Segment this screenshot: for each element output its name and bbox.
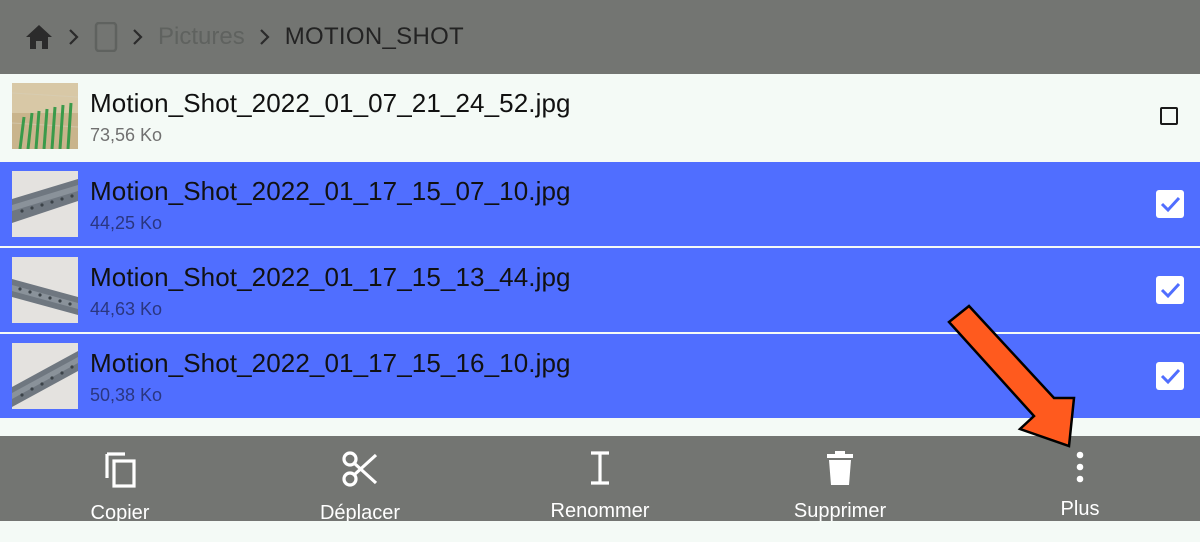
chevron-right-icon xyxy=(132,28,144,46)
bottom-strip xyxy=(0,521,1200,542)
file-list: Motion_Shot_2022_01_07_21_24_52.jpg 73,5… xyxy=(0,74,1200,418)
file-size: 44,63 Ko xyxy=(90,299,163,319)
file-row[interactable]: Motion_Shot_2022_01_07_21_24_52.jpg 73,5… xyxy=(0,74,1200,160)
rename-label: Renommer xyxy=(550,500,650,522)
breadcrumb-home[interactable] xyxy=(24,23,54,51)
file-row[interactable]: Motion_Shot_2022_01_17_15_13_44.jpg 44,6… xyxy=(0,246,1200,332)
breadcrumb: Pictures MOTION_SHOT xyxy=(0,0,1200,74)
home-icon xyxy=(26,25,52,49)
breadcrumb-pictures-label: Pictures xyxy=(158,23,245,50)
file-checkbox[interactable] xyxy=(1160,107,1178,125)
copy-button[interactable]: Copier xyxy=(0,436,240,524)
file-name: Motion_Shot_2022_01_17_15_13_44.jpg xyxy=(90,262,571,292)
file-thumbnail xyxy=(12,83,78,149)
breadcrumb-device[interactable] xyxy=(94,22,118,52)
delete-button[interactable]: Supprimer xyxy=(720,436,960,522)
breadcrumb-current-label: MOTION_SHOT xyxy=(284,23,465,50)
more-vertical-icon xyxy=(1076,451,1084,483)
checkmark-icon xyxy=(1160,282,1181,299)
move-button[interactable]: Déplacer xyxy=(240,436,480,524)
checkmark-icon xyxy=(1160,368,1181,385)
text-cursor-icon xyxy=(591,451,609,485)
file-manager-screen: Pictures MOTION_SHOT Motion_Shot_2022_01… xyxy=(0,0,1200,542)
file-row[interactable]: Motion_Shot_2022_01_17_15_07_10.jpg 44,2… xyxy=(0,160,1200,246)
file-thumbnail xyxy=(12,257,78,323)
delete-label: Supprimer xyxy=(793,500,887,522)
trash-icon xyxy=(827,451,853,485)
file-name: Motion_Shot_2022_01_17_15_16_10.jpg xyxy=(90,348,571,378)
file-name: Motion_Shot_2022_01_07_21_24_52.jpg xyxy=(90,88,571,118)
file-size: 44,25 Ko xyxy=(90,213,163,233)
file-checkbox[interactable] xyxy=(1156,276,1184,304)
file-row[interactable]: Motion_Shot_2022_01_17_15_16_10.jpg 50,3… xyxy=(0,332,1200,418)
file-name: Motion_Shot_2022_01_17_15_07_10.jpg xyxy=(90,176,571,206)
file-checkbox[interactable] xyxy=(1156,190,1184,218)
file-thumbnail xyxy=(12,343,78,409)
chevron-right-icon xyxy=(68,28,80,46)
more-button[interactable]: Plus xyxy=(960,436,1200,521)
chevron-right-icon xyxy=(259,28,271,46)
copy-icon xyxy=(105,452,136,488)
action-toolbar: Copier Déplacer Renommer Supprimer Plus xyxy=(0,436,1200,524)
rename-button[interactable]: Renommer xyxy=(480,436,720,522)
checkmark-icon xyxy=(1160,196,1181,213)
more-label: Plus xyxy=(1060,498,1100,520)
breadcrumb-pictures[interactable]: Pictures xyxy=(158,23,245,51)
file-size: 50,38 Ko xyxy=(90,385,163,405)
phone-icon xyxy=(94,22,118,52)
scissors-icon xyxy=(342,451,378,487)
file-thumbnail xyxy=(12,171,78,237)
file-size: 73,56 Ko xyxy=(90,125,163,145)
file-checkbox[interactable] xyxy=(1156,362,1184,390)
breadcrumb-current: MOTION_SHOT xyxy=(285,23,464,51)
